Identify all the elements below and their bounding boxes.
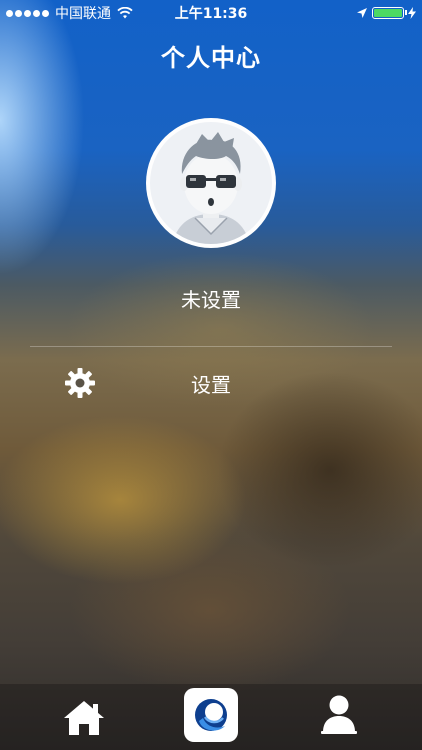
- profile-icon: [321, 695, 357, 734]
- tab-bar: [0, 684, 422, 750]
- status-bar: 中国联通 上午11:36: [0, 0, 422, 26]
- app-logo-icon: [195, 699, 227, 731]
- home-icon: [64, 701, 104, 735]
- tab-profile[interactable]: [320, 694, 358, 736]
- settings-label: 设置: [191, 373, 231, 397]
- tab-app[interactable]: [184, 688, 238, 742]
- divider: [30, 346, 392, 347]
- tab-home[interactable]: [62, 700, 106, 736]
- username[interactable]: 未设置: [0, 284, 422, 313]
- battery-icon: [372, 7, 407, 19]
- avatar[interactable]: [146, 118, 276, 248]
- avatar-illustration: [172, 132, 250, 244]
- location-arrow-icon: [357, 8, 367, 18]
- charging-bolt-icon: [408, 7, 416, 19]
- page-title: 个人中心: [161, 44, 261, 72]
- settings-menu-item[interactable]: 设置: [0, 358, 422, 406]
- battery-level-fill: [374, 9, 402, 17]
